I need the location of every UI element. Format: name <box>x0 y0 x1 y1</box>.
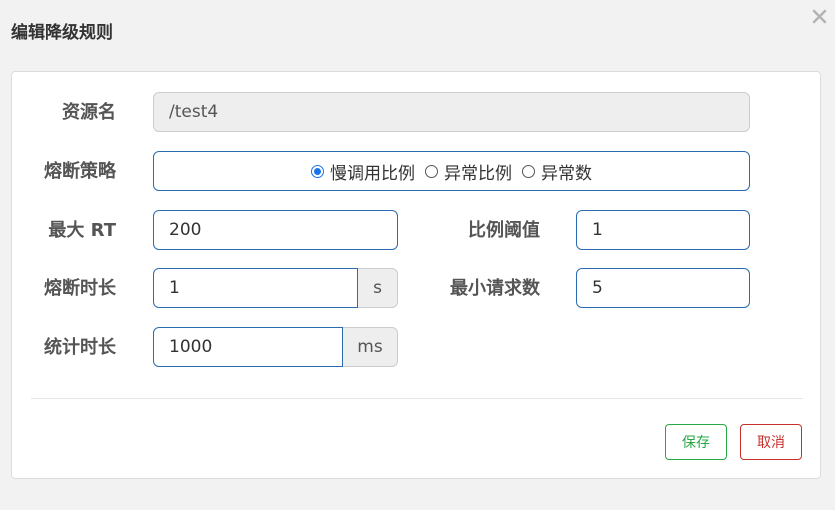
resource-label: 资源名 <box>62 102 116 123</box>
stat-duration-label: 统计时长 <box>44 337 116 358</box>
resource-input[interactable] <box>153 92 750 132</box>
radio-slow-ratio-label: 慢调用比例 <box>330 163 415 184</box>
max-rt-input[interactable] <box>153 210 398 250</box>
radio-checked-icon <box>311 164 324 178</box>
min-requests-input[interactable] <box>576 268 750 308</box>
break-duration-unit: s <box>358 268 398 308</box>
radio-error-ratio[interactable]: 异常比例 <box>425 159 512 184</box>
divider <box>31 398 803 399</box>
ratio-threshold-input[interactable] <box>576 210 750 250</box>
max-rt-label: 最大 RT <box>48 220 116 241</box>
break-duration-label: 熔断时长 <box>44 278 116 299</box>
ratio-threshold-label: 比例阈值 <box>468 220 540 241</box>
cancel-button[interactable]: 取消 <box>740 424 802 460</box>
save-button[interactable]: 保存 <box>665 424 727 460</box>
form-panel: 资源名 熔断策略 慢调用比例 异常比例 异常数 最大 RT 比例阈值 熔断时长 … <box>11 71 821 479</box>
radio-error-ratio-label: 异常比例 <box>444 163 512 184</box>
radio-error-count[interactable]: 异常数 <box>522 159 592 184</box>
radio-error-count-label: 异常数 <box>541 163 592 184</box>
stat-duration-unit: ms <box>343 327 398 367</box>
break-duration-input[interactable] <box>153 268 358 308</box>
close-icon[interactable] <box>809 6 831 28</box>
stat-duration-input[interactable] <box>153 327 343 367</box>
min-requests-label: 最小请求数 <box>450 278 540 299</box>
dialog-title: 编辑降级规则 <box>11 23 113 43</box>
radio-unchecked-icon <box>522 164 535 178</box>
strategy-radio-group: 慢调用比例 异常比例 异常数 <box>153 151 750 191</box>
radio-unchecked-icon <box>425 164 438 178</box>
strategy-label: 熔断策略 <box>44 161 116 182</box>
radio-slow-ratio[interactable]: 慢调用比例 <box>311 159 415 184</box>
